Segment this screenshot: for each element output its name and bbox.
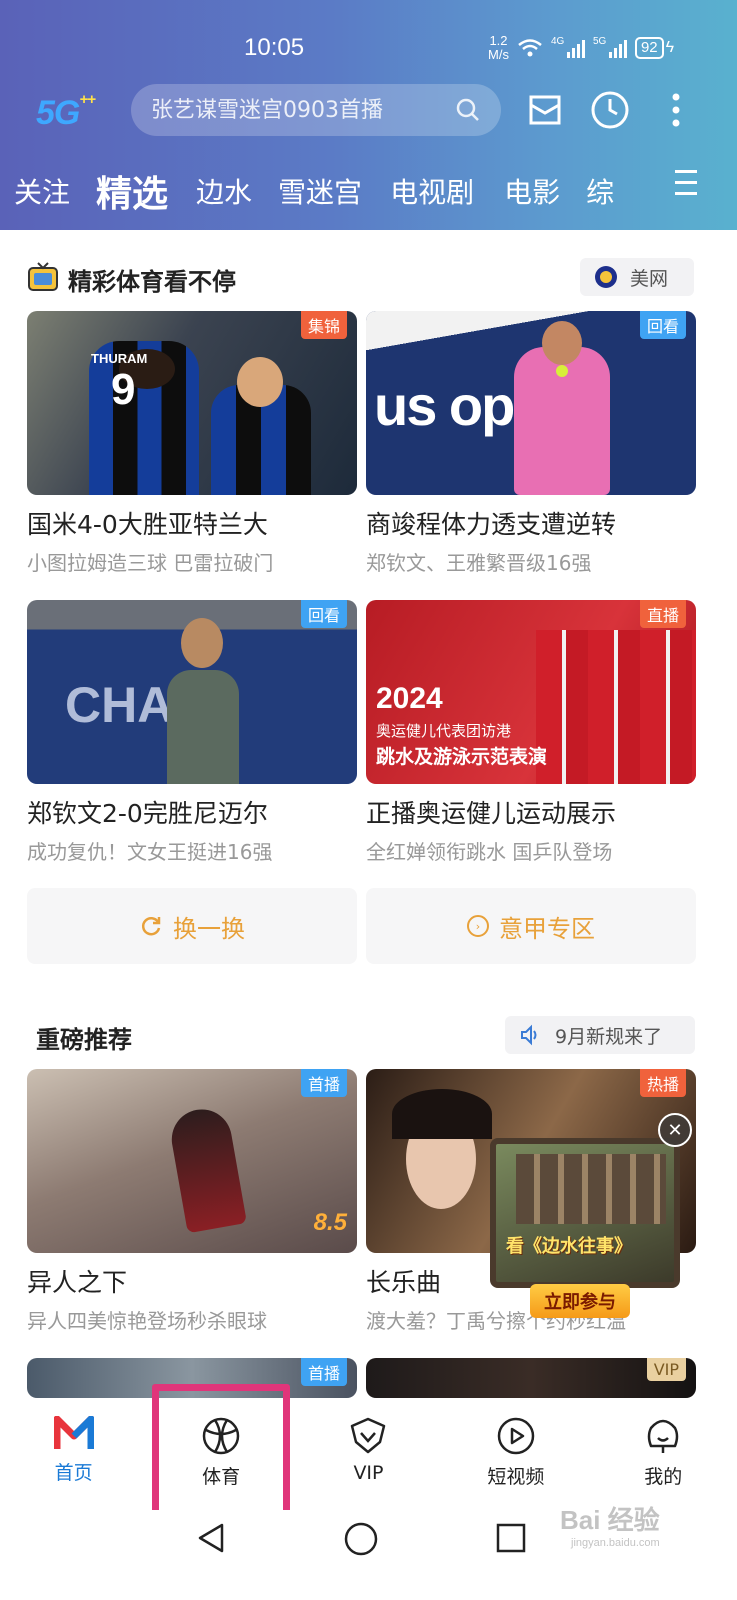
ad-cta-button[interactable]: 立即参与 <box>530 1284 630 1318</box>
recents-square-icon[interactable] <box>496 1523 526 1553</box>
badge: 回看 <box>300 600 347 628</box>
tab-bianshui[interactable]: 边水 <box>196 171 252 211</box>
notice-tag[interactable]: 9月新规来了 <box>505 1016 695 1054</box>
channel-tabs: 关注 精选 边水 雪迷宫 电视剧 电影 综 <box>14 165 614 217</box>
tab-featured[interactable]: 精选 <box>96 165 168 217</box>
search-input[interactable] <box>151 97 451 123</box>
partner-tag[interactable]: 美网 <box>580 258 694 296</box>
card-subtitle: 成功复仇！文女王挺进16强 <box>27 840 273 864</box>
back-icon[interactable] <box>196 1522 226 1554</box>
card-subtitle: 全红婵领衔跳水 国乒队登场 <box>366 840 613 864</box>
video-thumbnail[interactable]: 8.5 首播 <box>27 1069 357 1253</box>
sports-section-title: 精彩体育看不停 <box>68 268 236 296</box>
signal-4g-icon: 4G <box>551 36 585 58</box>
signal-5g-icon: 5G <box>593 36 627 58</box>
search-bar[interactable] <box>131 84 501 136</box>
play-circle-icon <box>497 1417 535 1455</box>
badge: 首播 <box>300 1069 347 1097</box>
video-card-partial-2[interactable]: VIP <box>366 1358 696 1398</box>
bottom-nav-vip[interactable]: VIP <box>298 1398 438 1508</box>
card-subtitle: 郑钦文、王雅繁晋级16强 <box>366 551 592 575</box>
home-logo-icon <box>53 1416 94 1449</box>
message-icon[interactable] <box>523 88 567 132</box>
more-menu-icon[interactable] <box>654 88 698 132</box>
bottom-nav-home[interactable]: 首页 <box>4 1398 144 1508</box>
tab-tv-series[interactable]: 电视剧 <box>390 171 474 211</box>
badge: 热播 <box>639 1069 686 1097</box>
video-thumbnail[interactable]: CHAS 回看 <box>27 600 357 784</box>
wifi-icon <box>518 39 542 57</box>
profile-icon <box>648 1419 679 1453</box>
card-title: 异人之下 <box>27 1268 128 1297</box>
card-title: 国米4-0大胜亚特兰大 <box>27 510 268 539</box>
battery-icon: 92 ϟ <box>634 37 675 59</box>
badge: 集锦 <box>300 311 347 339</box>
bottom-nav: 首页 体育 VIP 短视频 我的 <box>0 1398 737 1508</box>
speaker-icon <box>521 1024 537 1046</box>
floating-ad[interactable]: 看《边水往事》 立即参与 <box>490 1130 685 1320</box>
5g-logo[interactable]: 5G++ <box>36 91 96 133</box>
search-icon[interactable] <box>455 97 481 123</box>
baidu-watermark: Bai 经验 jingyan.baidu.com <box>560 1505 660 1549</box>
vip-shield-icon <box>351 1417 386 1454</box>
card-subtitle: 小图拉姆造三球 巴雷拉破门 <box>27 551 274 575</box>
badge: 回看 <box>639 311 686 339</box>
card-title: 正播奥运健儿运动展示 <box>366 799 617 828</box>
card-title: 商竣程体力透支遭逆转 <box>366 510 617 539</box>
rating-score: 8.5 <box>313 1209 347 1236</box>
tab-variety[interactable]: 综 <box>586 171 614 211</box>
status-time: 10:05 <box>244 34 305 61</box>
badge: VIP <box>646 1358 686 1381</box>
video-thumbnail[interactable]: VIP <box>366 1358 696 1398</box>
channel-menu-icon[interactable] <box>675 170 697 203</box>
card-title: 郑钦文2-0完胜尼迈尔 <box>27 799 268 828</box>
network-speed: 1.2 M/s <box>488 33 509 62</box>
tv-icon <box>28 262 58 291</box>
ad-poster: 看《边水往事》 <box>490 1138 680 1288</box>
badge: 首播 <box>300 1358 347 1386</box>
video-card-yiren[interactable]: 8.5 首播 异人之下 异人四美惊艳登场秒杀眼球 <box>27 1069 357 1334</box>
video-card-zheng[interactable]: CHAS 回看 郑钦文2-0完胜尼迈尔 成功复仇！文女王挺进16强 <box>27 600 357 865</box>
home-circle-icon[interactable] <box>344 1522 378 1556</box>
video-card-us-open[interactable]: us open 回看 商竣程体力透支遭逆转 郑钦文、王雅繁晋级16强 <box>366 311 696 576</box>
featured-section-title: 重磅推荐 <box>36 1026 132 1054</box>
bottom-nav-short-video[interactable]: 短视频 <box>446 1398 586 1508</box>
tab-follow[interactable]: 关注 <box>14 171 70 211</box>
status-indicators: 1.2 M/s 4G 5G 92 ϟ <box>488 34 674 62</box>
charging-icon: ϟ <box>665 39 675 56</box>
video-thumbnail[interactable]: us open 回看 <box>366 311 696 495</box>
video-card-olympic[interactable]: 2024 奥运健儿代表团访港 跳水及游泳示范表演 直播 正播奥运健儿运动展示 全… <box>366 600 696 865</box>
card-subtitle: 异人四美惊艳登场秒杀眼球 <box>27 1309 267 1333</box>
tab-movies[interactable]: 电影 <box>504 171 560 211</box>
serie-a-zone-button[interactable]: › 意甲专区 <box>366 888 696 964</box>
close-icon[interactable]: ✕ <box>658 1113 692 1147</box>
video-thumbnail[interactable]: 2024 奥运健儿代表团访港 跳水及游泳示范表演 直播 <box>366 600 696 784</box>
app-header: 10:05 1.2 M/s 4G 5G 92 ϟ 5G++ 张艺谋雪迷宫0903… <box>0 0 737 230</box>
badge: 直播 <box>639 600 686 628</box>
tab-xuemigong[interactable]: 雪迷宫 <box>278 171 362 211</box>
video-thumbnail[interactable]: THURAM 9 集锦 <box>27 311 357 495</box>
highlight-annotation <box>152 1384 290 1528</box>
arrow-right-circle-icon: › <box>467 915 489 937</box>
us-open-logo-icon <box>595 266 617 288</box>
video-card-inter[interactable]: THURAM 9 集锦 国米4-0大胜亚特兰大 小图拉姆造三球 巴雷拉破门 <box>27 311 357 576</box>
refresh-button[interactable]: 换一换 <box>27 888 357 964</box>
bottom-nav-profile[interactable]: 我的 <box>593 1398 733 1508</box>
history-clock-icon[interactable] <box>588 88 632 132</box>
refresh-icon <box>141 917 161 936</box>
